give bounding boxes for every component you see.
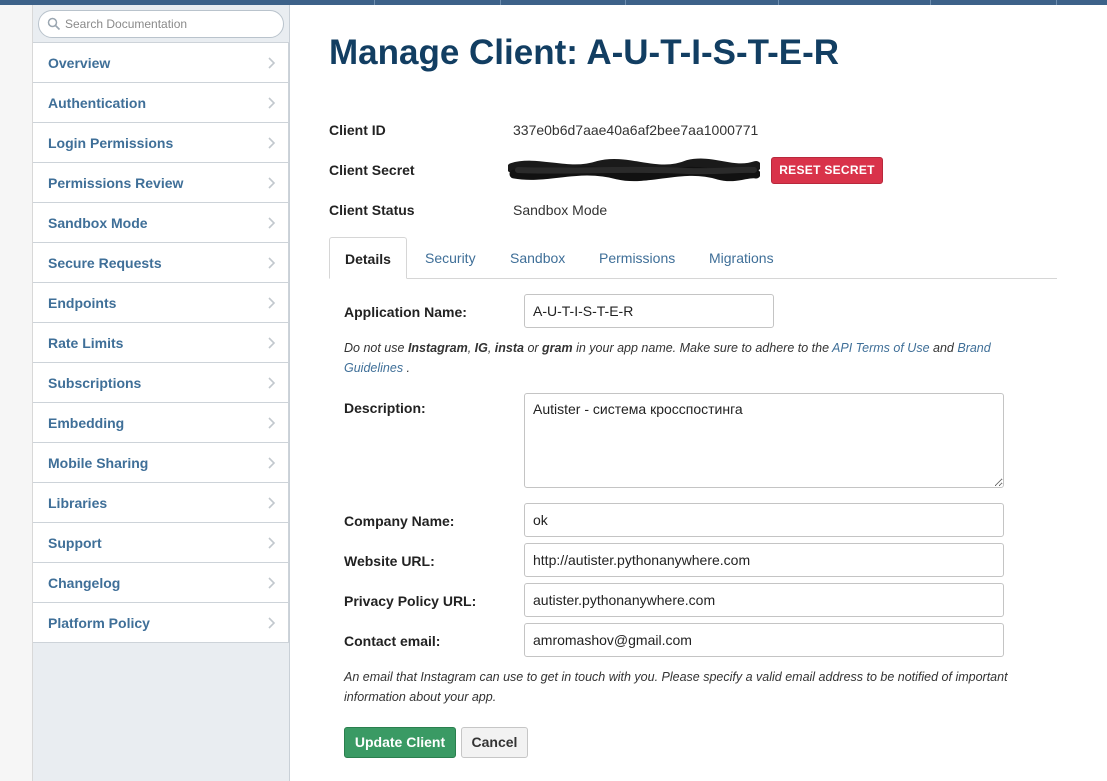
contact-email-label: Contact email: bbox=[344, 633, 441, 649]
sidebar-item-support[interactable]: Support bbox=[33, 523, 289, 563]
description-label: Description: bbox=[344, 400, 426, 416]
chevron-right-icon bbox=[268, 177, 276, 189]
sidebar-item-label: Rate Limits bbox=[48, 335, 124, 351]
sidebar-item-label: Permissions Review bbox=[48, 175, 184, 191]
sidebar-item-label: Secure Requests bbox=[48, 255, 162, 271]
sidebar-item-authentication[interactable]: Authentication bbox=[33, 83, 289, 123]
api-terms-link[interactable]: API Terms of Use bbox=[832, 341, 930, 355]
top-nav-divider bbox=[1056, 0, 1057, 5]
chevron-right-icon bbox=[268, 457, 276, 469]
client-id-label: Client ID bbox=[329, 122, 386, 138]
sidebar-item-platform-policy[interactable]: Platform Policy bbox=[33, 603, 289, 643]
page-title: Manage Client: A-U-T-I-S-T-E-R bbox=[329, 33, 840, 72]
tab-migrations[interactable]: Migrations bbox=[709, 237, 774, 279]
tab-security[interactable]: Security bbox=[425, 237, 476, 279]
sidebar-item-label: Subscriptions bbox=[48, 375, 142, 391]
top-nav-divider bbox=[930, 0, 931, 5]
page-left-gutter bbox=[0, 5, 33, 781]
sidebar-item-label: Login Permissions bbox=[48, 135, 174, 151]
reset-secret-button[interactable]: RESET SECRET bbox=[771, 157, 883, 184]
company-name-label: Company Name: bbox=[344, 513, 455, 529]
chevron-right-icon bbox=[268, 577, 276, 589]
sidebar-item-label: Authentication bbox=[48, 95, 146, 111]
client-tabs: Details Security Sandbox Permissions Mig… bbox=[329, 237, 1057, 279]
website-url-field[interactable] bbox=[524, 543, 1004, 577]
chevron-right-icon bbox=[268, 337, 276, 349]
sidebar-item-sandbox-mode[interactable]: Sandbox Mode bbox=[33, 203, 289, 243]
sidebar-item-label: Platform Policy bbox=[48, 615, 150, 631]
top-nav-divider bbox=[500, 0, 501, 5]
app-name-help: Do not use Instagram, IG, insta or gram … bbox=[344, 341, 991, 375]
sidebar-item-subscriptions[interactable]: Subscriptions bbox=[33, 363, 289, 403]
contact-email-help: An email that Instagram can use to get i… bbox=[344, 670, 1008, 704]
search-input[interactable] bbox=[65, 14, 275, 34]
sidebar-item-secure-requests[interactable]: Secure Requests bbox=[33, 243, 289, 283]
tab-permissions[interactable]: Permissions bbox=[599, 237, 675, 279]
sidebar-item-embedding[interactable]: Embedding bbox=[33, 403, 289, 443]
sidebar-item-changelog[interactable]: Changelog bbox=[33, 563, 289, 603]
chevron-right-icon bbox=[268, 417, 276, 429]
search-icon bbox=[47, 17, 61, 31]
top-nav-divider bbox=[374, 0, 375, 5]
privacy-policy-url-label: Privacy Policy URL: bbox=[344, 593, 477, 609]
chevron-right-icon bbox=[268, 297, 276, 309]
client-id-value: 337e0b6d7aae40a6af2bee7aa1000771 bbox=[513, 122, 759, 138]
chevron-right-icon bbox=[268, 537, 276, 549]
app-name-label: Application Name: bbox=[344, 304, 467, 320]
contact-email-field[interactable] bbox=[524, 623, 1004, 657]
sidebar-item-rate-limits[interactable]: Rate Limits bbox=[33, 323, 289, 363]
sidebar-item-mobile-sharing[interactable]: Mobile Sharing bbox=[33, 443, 289, 483]
chevron-right-icon bbox=[268, 377, 276, 389]
client-status-label: Client Status bbox=[329, 202, 415, 218]
top-nav-divider bbox=[625, 0, 626, 5]
tab-details[interactable]: Details bbox=[329, 237, 407, 279]
client-secret-label: Client Secret bbox=[329, 162, 415, 178]
chevron-right-icon bbox=[268, 97, 276, 109]
sidebar-item-label: Sandbox Mode bbox=[48, 215, 148, 231]
app-name-field[interactable] bbox=[524, 294, 774, 328]
sidebar-item-libraries[interactable]: Libraries bbox=[33, 483, 289, 523]
chevron-right-icon bbox=[268, 217, 276, 229]
company-name-field[interactable] bbox=[524, 503, 1004, 537]
sidebar-item-overview[interactable]: Overview bbox=[33, 43, 289, 83]
privacy-policy-url-field[interactable] bbox=[524, 583, 1004, 617]
sidebar-item-label: Endpoints bbox=[48, 295, 117, 311]
sidebar-item-endpoints[interactable]: Endpoints bbox=[33, 283, 289, 323]
chevron-right-icon bbox=[268, 57, 276, 69]
chevron-right-icon bbox=[268, 257, 276, 269]
docs-sidebar: Overview Authentication Login Permission… bbox=[33, 5, 290, 781]
sidebar-item-label: Overview bbox=[48, 55, 111, 71]
sidebar-item-label: Changelog bbox=[48, 575, 121, 591]
top-nav-divider bbox=[778, 0, 779, 5]
website-url-label: Website URL: bbox=[344, 553, 435, 569]
sidebar-nav: Overview Authentication Login Permission… bbox=[33, 42, 290, 643]
client-status-value: Sandbox Mode bbox=[513, 202, 608, 218]
cancel-button[interactable]: Cancel bbox=[461, 727, 528, 758]
update-client-button[interactable]: Update Client bbox=[344, 727, 456, 758]
sidebar-item-label: Support bbox=[48, 535, 102, 551]
chevron-right-icon bbox=[268, 617, 276, 629]
sidebar-item-permissions-review[interactable]: Permissions Review bbox=[33, 163, 289, 203]
search-box[interactable] bbox=[38, 10, 284, 38]
sidebar-item-label: Libraries bbox=[48, 495, 108, 511]
tab-sandbox[interactable]: Sandbox bbox=[510, 237, 565, 279]
sidebar-item-login-permissions[interactable]: Login Permissions bbox=[33, 123, 289, 163]
chevron-right-icon bbox=[268, 497, 276, 509]
sidebar-item-label: Embedding bbox=[48, 415, 125, 431]
chevron-right-icon bbox=[268, 137, 276, 149]
redacted-secret-scribble bbox=[508, 158, 760, 182]
description-field[interactable]: Autister - система кросспостинга bbox=[524, 393, 1004, 488]
sidebar-item-label: Mobile Sharing bbox=[48, 455, 149, 471]
